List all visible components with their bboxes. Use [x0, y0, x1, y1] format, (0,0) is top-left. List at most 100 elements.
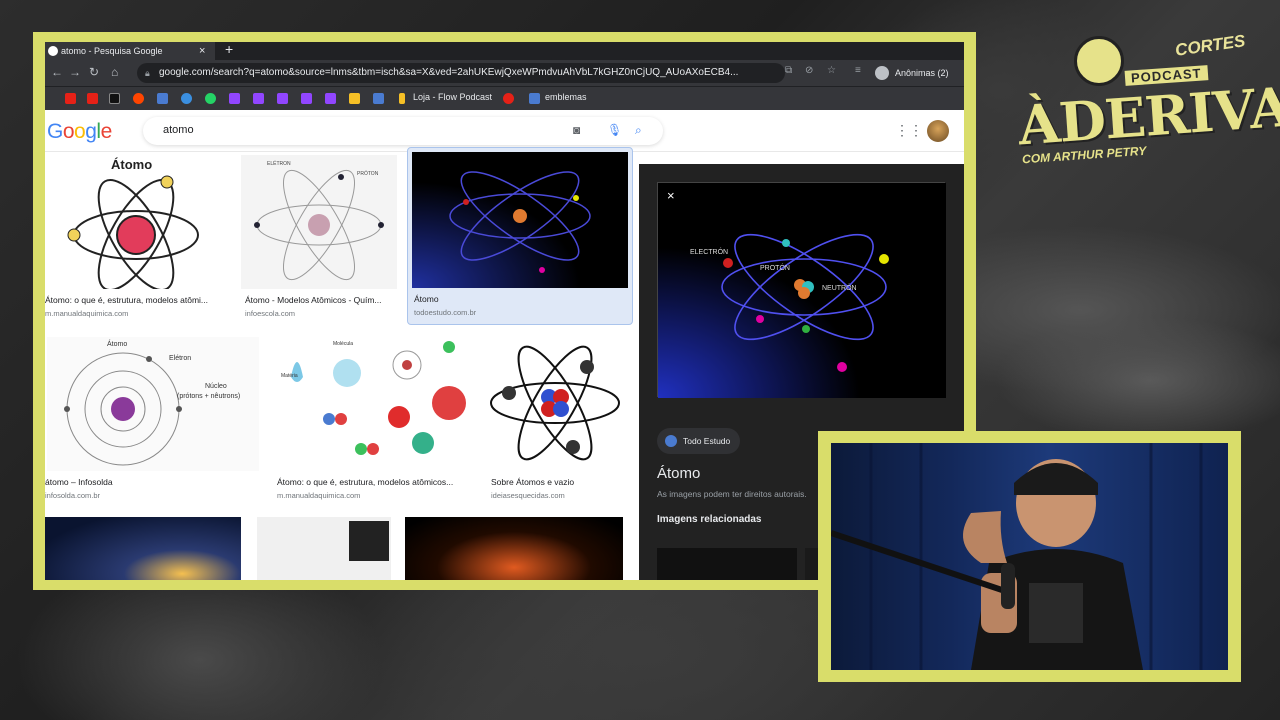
result-caption-3[interactable]: Átomo [414, 294, 439, 304]
result-source-6: ideiasesquecidas.com [491, 491, 565, 500]
result-thumb-8[interactable] [257, 517, 391, 580]
result-thumb-9[interactable] [405, 517, 623, 580]
molecula-label: Molécula [333, 341, 354, 347]
result-caption-5[interactable]: Átomo: o que é, estrutura, modelos atômi… [277, 477, 477, 487]
source-chip-label: Todo Estudo [683, 436, 731, 446]
flow-bookmark-icon[interactable] [399, 93, 405, 104]
result-source-5: m.manualdaquimica.com [277, 491, 361, 500]
incognito-profile-button[interactable]: Anônimas (2) [875, 64, 949, 82]
result-caption-6[interactable]: Sobre Átomos e vazio [491, 477, 574, 487]
incognito-icon [875, 66, 889, 80]
result-thumb-6[interactable] [489, 337, 625, 471]
preview-atom-icon [658, 183, 946, 398]
electron-label: ELÉTRON [267, 161, 291, 167]
eletron-label: Elétron [169, 355, 192, 362]
home-icon[interactable]: ⌂ [111, 65, 118, 79]
related-thumb[interactable] [657, 548, 797, 580]
preview-neutron-label: NEUTRÓN [822, 285, 857, 292]
globe-icon [665, 435, 677, 447]
tab-close-icon[interactable]: × [199, 42, 205, 60]
folder-bookmark-icon[interactable] [349, 93, 360, 104]
lock-icon: 🔒︎ [145, 68, 150, 78]
profile-label: Anônimas (2) [895, 68, 949, 78]
proton-label: PRÓTON [357, 171, 379, 177]
matter-structure-icon [291, 341, 466, 455]
atom-dark-image [412, 152, 628, 288]
bookmarks-bar: Loja - Flow Podcast emblemas [45, 86, 964, 110]
youtube-bookmark-icon[interactable] [87, 93, 98, 104]
result-thumb-1[interactable]: Átomo [47, 155, 225, 289]
source-chip[interactable]: Todo Estudo [657, 428, 741, 454]
cloud-bookmark-icon[interactable] [181, 93, 192, 104]
preview-image[interactable]: ELECTRÓN PROTÓN NEUTRÓN [657, 182, 946, 398]
result-thumb-2[interactable]: ELÉTRON PRÓTON [241, 155, 397, 289]
new-tab-button[interactable]: + [225, 42, 233, 57]
eye-off-icon[interactable]: ⊘ [805, 65, 813, 76]
atom-orbits-icon [449, 171, 591, 273]
reading-list-icon[interactable]: ≡ [855, 65, 861, 76]
forward-arrow-icon[interactable]: → [69, 65, 81, 79]
close-icon[interactable]: × [667, 188, 675, 203]
atom-diagram-icon [67, 175, 199, 289]
podcast-logo: CORTES PODCAST ÀDERIVA COM ARTHUR PETRY [1010, 30, 1280, 190]
bookmark-loja-flow[interactable]: Loja - Flow Podcast [413, 92, 492, 102]
twitch-bookmark-icon[interactable] [277, 93, 288, 104]
bookmark-star-icon[interactable]: ☆ [827, 65, 836, 76]
result-thumb-5[interactable]: Matéria Molécula [277, 337, 475, 471]
host-silhouette-icon [831, 443, 1203, 670]
preview-electron-label: ELECTRÓN [690, 249, 729, 256]
microphone-icon[interactable]: 🎙︎ [607, 123, 622, 137]
result-thumb-4[interactable]: Átomo Elétron Núcleo (prótons + nêutrons… [47, 337, 259, 471]
copyright-notice: As imagens podem ter direitos autorais. [657, 489, 807, 499]
bookmark-icon[interactable] [503, 93, 514, 104]
back-arrow-icon[interactable]: ← [51, 65, 63, 79]
address-bar[interactable]: 🔒︎ google.com/search?q=atomo&source=lnms… [137, 63, 785, 83]
bookmark-icon[interactable] [157, 93, 168, 104]
logo-cortes: CORTES [1173, 31, 1247, 60]
r-bookmark-icon[interactable] [109, 93, 120, 104]
youtube-bookmark-icon[interactable] [65, 93, 76, 104]
browser-toolbar: ← → ↻ ⌂ 🔒︎ google.com/search?q=atomo&sou… [45, 60, 964, 86]
google-logo[interactable]: Google [47, 120, 112, 144]
search-input[interactable]: atomo [163, 124, 194, 136]
result-source-4: infosolda.com.br [45, 491, 101, 500]
bookmark-emblemas[interactable]: emblemas [545, 92, 587, 102]
whatsapp-bookmark-icon[interactable] [205, 93, 216, 104]
related-images-heading: Imagens relacionadas [657, 514, 762, 525]
preview-title[interactable]: Átomo [657, 465, 700, 482]
twitch-bookmark-icon[interactable] [253, 93, 264, 104]
materia-label: Matéria [281, 373, 298, 379]
result-source-3: todoestudo.com.br [414, 308, 477, 317]
emblemas-bookmark-icon[interactable] [529, 93, 540, 104]
preview-proton-label: PROTÓN [760, 265, 790, 272]
image-results: Átomo Átomo: o que é, estrutura, modelos… [45, 147, 633, 580]
result-thumb-7[interactable] [45, 517, 241, 580]
camera-icon[interactable]: ◙ [573, 123, 580, 137]
atomo-label: Átomo [107, 341, 128, 348]
bookmark-icon[interactable] [373, 93, 384, 104]
stream-overlay: atomo - Pesquisa Google × + ← → ↻ ⌂ 🔒︎ g… [0, 0, 1280, 720]
browser-tab[interactable]: atomo - Pesquisa Google × [45, 42, 215, 60]
result-source-2: infoescola.com [245, 309, 296, 318]
result-caption-1[interactable]: Átomo: o que é, estrutura, modelos atômi… [45, 295, 225, 305]
result-caption-2[interactable]: Átomo - Modelos Atômicos - Quím... [245, 295, 395, 305]
google-header: Google atomo ◙ 🎙︎ ⌕ ⋮⋮⋮ [45, 110, 964, 152]
search-box[interactable]: atomo ◙ 🎙︎ ⌕ [143, 117, 663, 145]
webcam-feed [831, 443, 1228, 670]
reload-icon[interactable]: ↻ [89, 65, 99, 79]
google-favicon-icon [48, 46, 58, 56]
microphone-logo-icon [1074, 36, 1124, 86]
twitch-bookmark-icon[interactable] [301, 93, 312, 104]
tab-title: atomo - Pesquisa Google [61, 46, 163, 56]
result-caption-4[interactable]: átomo – Infosolda [45, 477, 255, 487]
nucleo-sub-label: (prótons + nêutrons) [177, 393, 241, 400]
reddit-bookmark-icon[interactable] [133, 93, 144, 104]
avatar[interactable] [927, 120, 949, 142]
logo-main: ÀDERIVA [1016, 74, 1280, 158]
search-icon[interactable]: ⌕ [635, 123, 642, 138]
translate-icon[interactable]: ⧉ [785, 65, 792, 76]
bohr-model-icon [64, 352, 182, 466]
twitch-bookmark-icon[interactable] [229, 93, 240, 104]
twitch-bookmark-icon[interactable] [325, 93, 336, 104]
result-thumb-3-selected[interactable]: Átomo todoestudo.com.br [407, 147, 633, 325]
